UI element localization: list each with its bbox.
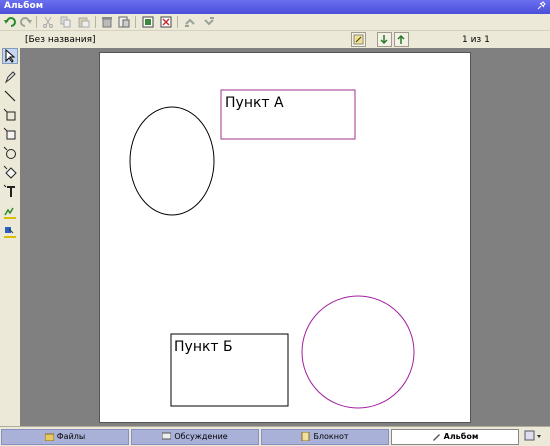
line-color-icon[interactable] xyxy=(3,206,17,220)
fill-color-icon[interactable] xyxy=(3,225,17,239)
tab-notepad[interactable]: Блокнот xyxy=(261,429,389,445)
redo-icon[interactable] xyxy=(20,16,32,28)
main-toolbar xyxy=(0,14,550,31)
drawing-page[interactable]: Пункт А Пункт Б xyxy=(99,52,471,423)
window-title: Альбом xyxy=(4,1,44,11)
image-remove-icon[interactable] xyxy=(160,16,172,28)
layer-down-icon[interactable] xyxy=(203,16,215,28)
folder-icon xyxy=(44,432,55,442)
copy-icon[interactable] xyxy=(60,16,72,28)
rectangle-tool-icon[interactable] xyxy=(3,108,17,122)
tab-discussion[interactable]: Обсуждение xyxy=(131,429,259,445)
clear-icon[interactable] xyxy=(118,16,130,28)
title-bar: Альбом xyxy=(0,0,550,14)
next-page-button[interactable] xyxy=(394,32,409,47)
ellipse-left xyxy=(129,106,215,216)
tab-files[interactable]: Файлы xyxy=(1,429,129,445)
notepad-icon xyxy=(301,431,310,442)
image-insert-icon[interactable] xyxy=(142,16,154,28)
pencil-tool-icon[interactable] xyxy=(3,70,17,84)
circle-right xyxy=(301,295,415,409)
bottom-tabs: Файлы Обсуждение Блокнот Альбом xyxy=(0,426,550,445)
add-tab-icon[interactable] xyxy=(524,430,541,442)
delete-icon[interactable] xyxy=(101,16,113,28)
tab-discussion-label: Обсуждение xyxy=(174,432,228,441)
filled-rectangle-tool-icon[interactable] xyxy=(3,127,17,141)
page-indicator: 1 из 1 xyxy=(462,35,490,45)
label-punkt-b: Пункт Б xyxy=(174,339,233,355)
prev-page-button[interactable] xyxy=(377,32,392,47)
edit-page-button[interactable] xyxy=(351,32,366,47)
select-tool-icon[interactable] xyxy=(2,48,18,64)
tab-album[interactable]: Альбом xyxy=(391,429,519,445)
cut-icon[interactable] xyxy=(42,16,54,28)
document-bar: [Без названия] 1 из 1 xyxy=(0,31,550,48)
label-punkt-a: Пункт А xyxy=(225,95,284,111)
tab-album-label: Альбом xyxy=(443,432,479,441)
pin-icon[interactable] xyxy=(536,1,546,11)
text-tool-icon[interactable] xyxy=(3,184,17,198)
tab-files-label: Файлы xyxy=(56,432,86,441)
undo-icon[interactable] xyxy=(4,16,16,28)
album-icon xyxy=(432,432,441,441)
chat-icon xyxy=(161,432,172,441)
ellipse-tool-icon[interactable] xyxy=(3,146,17,160)
tools-panel xyxy=(0,48,20,426)
tab-notepad-label: Блокнот xyxy=(313,432,349,441)
document-name: [Без названия] xyxy=(25,35,96,45)
line-tool-icon[interactable] xyxy=(3,89,17,103)
filled-ellipse-tool-icon[interactable] xyxy=(3,165,17,179)
layer-up-icon[interactable] xyxy=(184,16,196,28)
paste-icon[interactable] xyxy=(78,16,90,28)
